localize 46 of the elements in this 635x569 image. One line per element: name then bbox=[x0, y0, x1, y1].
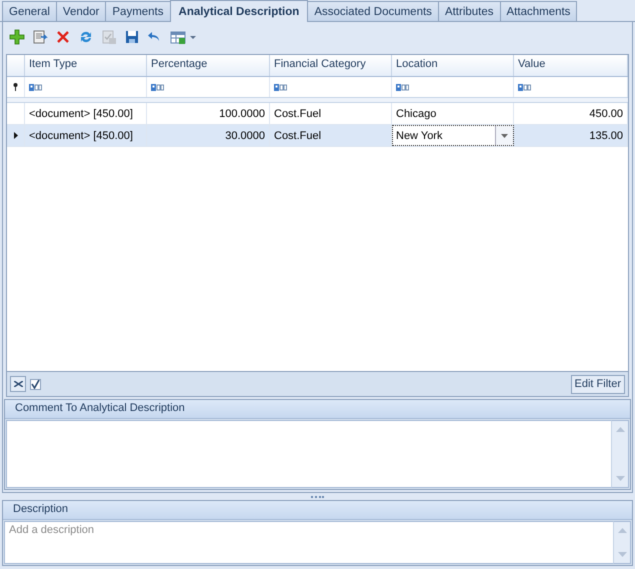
clear-filter-button[interactable] bbox=[10, 376, 26, 392]
tab[interactable]: Attachments bbox=[500, 1, 578, 21]
table-cell: Cost.Fuel bbox=[270, 103, 392, 124]
close-icon bbox=[55, 29, 71, 45]
panel-title: Comment To Analytical Description bbox=[5, 400, 630, 419]
table-row[interactable]: <document> [450.00] 30.0000 Cost.Fuel New York 135.00 bbox=[7, 125, 628, 147]
tab[interactable]: Analytical Description bbox=[170, 0, 308, 22]
grid-layout-icon bbox=[170, 29, 198, 45]
text-filter-icon[interactable] bbox=[151, 84, 164, 90]
dropdown-value: New York bbox=[396, 130, 442, 142]
column-header[interactable]: Financial Category bbox=[270, 55, 392, 76]
text-filter-icon[interactable] bbox=[274, 84, 287, 90]
text-filter-icon[interactable] bbox=[396, 84, 409, 90]
table-cell: 30.0000 bbox=[147, 125, 270, 146]
dropdown-field[interactable]: New York bbox=[392, 125, 514, 146]
filter-checkbox[interactable] bbox=[30, 378, 41, 390]
text-filter-icon[interactable] bbox=[518, 84, 531, 90]
tab[interactable]: General bbox=[2, 1, 57, 21]
tab[interactable]: Associated Documents bbox=[307, 1, 439, 21]
table-cell: <document> [450.00] bbox=[25, 125, 147, 146]
dropdown-arrow-icon[interactable] bbox=[501, 134, 508, 138]
text-field[interactable] bbox=[6, 420, 611, 488]
column-header[interactable]: Location bbox=[392, 55, 514, 76]
current-row-icon bbox=[14, 132, 18, 139]
pin-icon bbox=[13, 83, 18, 91]
table-cell: <document> [450.00] bbox=[25, 103, 147, 124]
column-header[interactable]: Value bbox=[514, 55, 628, 76]
table-cell: Chicago bbox=[392, 103, 514, 124]
table-cell: 450.00 bbox=[514, 103, 628, 124]
save-icon bbox=[124, 29, 140, 45]
tab[interactable]: Payments bbox=[105, 1, 171, 21]
text-field[interactable]: Add a description bbox=[4, 521, 613, 564]
add-icon bbox=[9, 29, 25, 45]
table-cell: 135.00 bbox=[514, 125, 628, 146]
panel-title: Description bbox=[3, 501, 632, 520]
document-check-icon bbox=[101, 29, 117, 45]
close-icon bbox=[14, 381, 22, 387]
edit-filter-button[interactable]: Edit Filter bbox=[570, 374, 625, 394]
table-cell: 100.0000 bbox=[147, 103, 270, 124]
tab[interactable]: Attributes bbox=[438, 1, 501, 21]
column-header[interactable]: Item Type bbox=[25, 55, 147, 76]
refresh-icon bbox=[78, 29, 94, 45]
text-filter-icon[interactable] bbox=[29, 84, 42, 90]
tab[interactable]: Vendor bbox=[56, 1, 106, 21]
document-arrow-icon bbox=[32, 29, 48, 45]
column-header[interactable]: Percentage bbox=[147, 55, 270, 76]
